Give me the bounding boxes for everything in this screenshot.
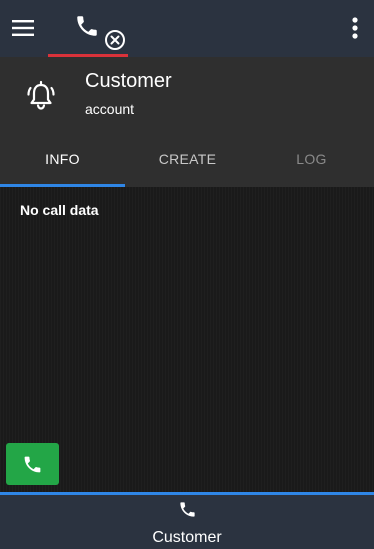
tab-create[interactable]: CREATE	[125, 139, 250, 187]
customer-title: Customer	[85, 70, 172, 92]
bell-ringing-icon	[24, 79, 58, 113]
customer-subtitle: account	[85, 101, 135, 117]
bottom-nav-customer[interactable]: Customer	[0, 492, 374, 549]
tab-info[interactable]: INFO	[0, 139, 125, 187]
bottom-nav-label: Customer	[152, 529, 222, 546]
phone-status-tab[interactable]	[48, 0, 128, 57]
hamburger-menu-icon[interactable]	[10, 15, 36, 41]
call-info-panel: No call data	[0, 187, 374, 492]
app-window: Customer account INFO CREATE LOG No call…	[0, 0, 374, 549]
tab-bar: INFO CREATE LOG	[0, 139, 374, 187]
top-bar	[0, 0, 374, 57]
phone-icon	[180, 502, 195, 517]
phone-icon	[77, 16, 97, 36]
customer-header: Customer account INFO CREATE LOG	[0, 57, 374, 187]
call-button[interactable]	[6, 443, 59, 485]
phone-icon	[24, 456, 41, 473]
close-circle-icon	[105, 30, 125, 50]
kebab-menu-icon[interactable]	[348, 14, 362, 42]
tab-log[interactable]: LOG	[249, 139, 374, 187]
no-call-data-message: No call data	[20, 202, 99, 218]
